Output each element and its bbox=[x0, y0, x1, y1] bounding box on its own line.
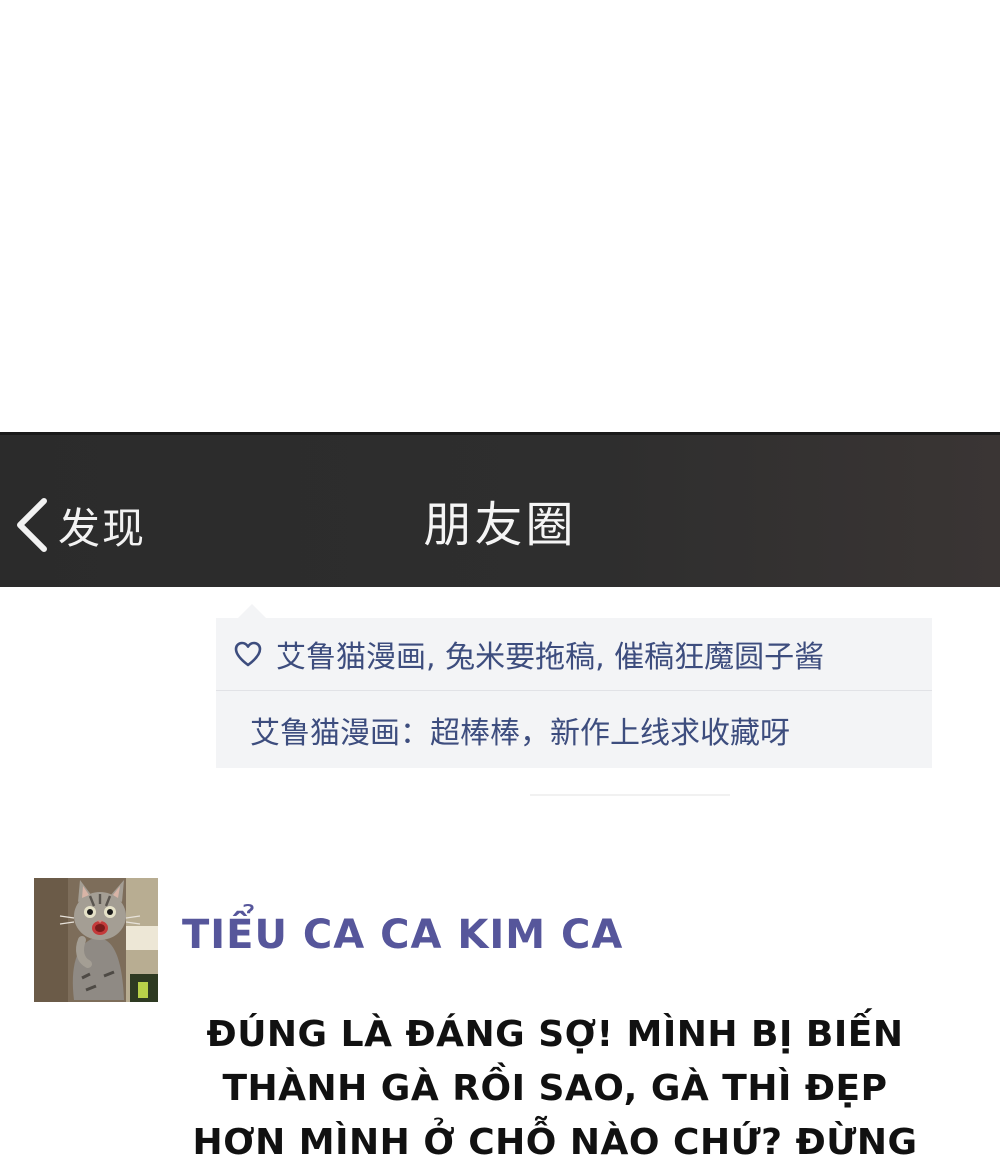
post-username[interactable]: TIỂU CA CA KIM CA bbox=[182, 912, 623, 958]
post-caption: ĐÚNG LÀ ĐÁNG SỢ! MÌNH BỊ BIẾN THÀNH GÀ R… bbox=[190, 1008, 920, 1170]
heart-outline-icon bbox=[234, 641, 262, 667]
divider bbox=[530, 794, 730, 796]
caption-line: THÀNH GÀ RỒI SAO, GÀ THÌ ĐẸP bbox=[222, 1068, 888, 1109]
likes-names[interactable]: 艾鲁猫漫画, 兔米要拖稿, 催稿狂魔圆子酱 bbox=[276, 632, 824, 676]
avatar[interactable] bbox=[34, 878, 158, 1002]
comment-row[interactable]: 艾鲁猫漫画：超棒棒，新作上线求收藏呀 bbox=[216, 691, 932, 768]
caption-line: HƠN MÌNH Ở CHỖ NÀO CHỨ? ĐỪNG bbox=[192, 1122, 918, 1163]
panel-pointer bbox=[238, 604, 266, 618]
likes-row: 艾鲁猫漫画, 兔米要拖稿, 催稿狂魔圆子酱 bbox=[216, 618, 932, 691]
likes-comments-panel: 艾鲁猫漫画, 兔米要拖稿, 催稿狂魔圆子酱 艾鲁猫漫画：超棒棒，新作上线求收藏呀 bbox=[216, 618, 932, 768]
top-nav-bar: 发现 朋友圈 bbox=[0, 432, 1000, 587]
page-title: 朋友圈 bbox=[423, 497, 577, 553]
surprised-cat-avatar bbox=[34, 878, 158, 1002]
comment-text: 艾鲁猫漫画：超棒棒，新作上线求收藏呀 bbox=[250, 715, 790, 751]
caption-line: ĐÚNG LÀ ĐÁNG SỢ! MÌNH BỊ BIẾN bbox=[206, 1014, 904, 1055]
